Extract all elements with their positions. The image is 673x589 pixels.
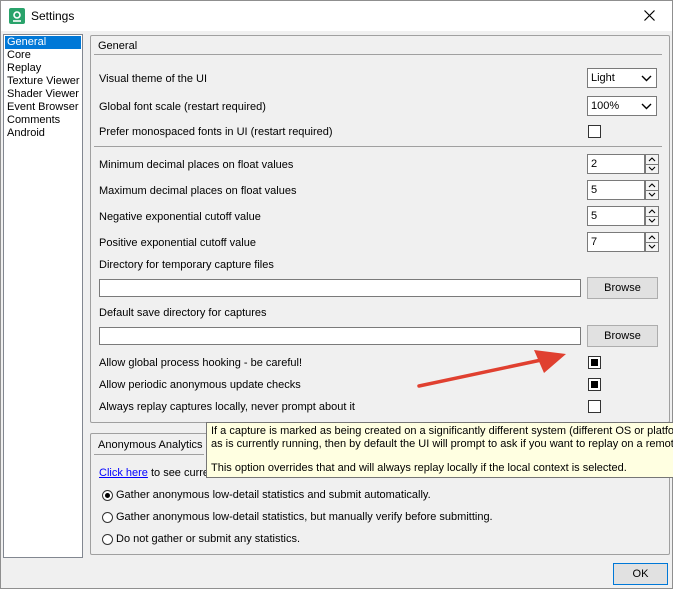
general-group-title: General [98,40,138,52]
temp-dir-input[interactable] [99,279,581,297]
settings-category-list: General Core Replay Texture Viewer Shade… [3,34,83,558]
spin-down-button[interactable] [646,242,658,251]
close-icon [644,10,655,21]
min-decimal-field[interactable]: 2 [587,154,645,174]
analytics-none-label: Do not gather or submit any statistics. [116,533,301,545]
monospace-label: Prefer monospaced fonts in UI (restart r… [99,126,333,138]
analytics-report-link[interactable]: Click here [99,467,148,479]
close-button[interactable] [628,1,672,31]
temp-dir-browse-button[interactable]: Browse [587,277,658,299]
chevron-down-icon [648,192,656,197]
min-decimal-spinbox[interactable]: 2 [587,154,659,174]
update-check-checkbox[interactable] [588,378,601,391]
neg-exp-spin-buttons [645,206,659,226]
sidebar-item-shader-viewer[interactable]: Shader Viewer [5,88,81,101]
tooltip-line-1: If a capture is marked as being created … [211,425,673,437]
spin-down-button[interactable] [646,164,658,173]
sidebar-item-texture-viewer[interactable]: Texture Viewer [5,75,81,88]
pos-exp-field[interactable]: 7 [587,232,645,252]
analytics-manual-radio[interactable] [102,512,113,523]
update-check-label: Allow periodic anonymous update checks [99,379,301,391]
font-scale-value: 100% [591,100,620,112]
temp-dir-label: Directory for temporary capture files [99,259,274,271]
sidebar-item-general[interactable]: General [5,36,81,49]
pos-exp-spinbox[interactable]: 7 [587,232,659,252]
analytics-none-radio[interactable] [102,534,113,545]
neg-exp-field[interactable]: 5 [587,206,645,226]
theme-label: Visual theme of the UI [99,73,208,85]
theme-dropdown[interactable]: Light [587,68,657,88]
min-decimal-label: Minimum decimal places on float values [99,159,294,171]
neg-exp-spinbox[interactable]: 5 [587,206,659,226]
analytics-group-title: Anonymous Analytics [98,439,203,451]
save-dir-browse-button[interactable]: Browse [587,325,658,347]
neg-exp-value: 5 [591,210,598,222]
theme-value: Light [591,72,615,84]
ok-button[interactable]: OK [613,563,668,585]
title-bar: Settings [1,1,672,31]
spin-down-button[interactable] [646,190,658,199]
chevron-down-icon [648,218,656,223]
save-dir-input[interactable] [99,327,581,345]
spin-down-button[interactable] [646,216,658,225]
window-title: Settings [31,9,75,23]
chevron-down-icon [641,103,652,110]
tooltip-line-2: as is currently running, then by default… [211,438,673,450]
general-divider [94,146,662,147]
max-decimal-label: Maximum decimal places on float values [99,185,297,197]
max-decimal-value: 5 [591,184,598,196]
sidebar-item-comments[interactable]: Comments [5,114,81,127]
pos-exp-value: 7 [591,236,598,248]
font-scale-label: Global font scale (restart required) [99,101,266,113]
max-decimal-spinbox[interactable]: 5 [587,180,659,200]
replay-local-label: Always replay captures locally, never pr… [99,401,355,413]
chevron-up-icon [648,235,656,240]
min-decimal-value: 2 [591,158,598,170]
font-scale-dropdown[interactable]: 100% [587,96,657,116]
app-icon [9,8,25,24]
hooking-label: Allow global process hooking - be carefu… [99,357,303,369]
chevron-up-icon [648,183,656,188]
save-dir-label: Default save directory for captures [99,307,267,319]
chevron-down-icon [641,75,652,82]
monospace-checkbox[interactable] [588,125,601,138]
pos-exp-spin-buttons [645,232,659,252]
sidebar-item-event-browser[interactable]: Event Browser [5,101,81,114]
annotation-arrow-icon [417,350,566,388]
analytics-title-divider [94,454,204,455]
sidebar-item-core[interactable]: Core [5,49,81,62]
chevron-up-icon [648,157,656,162]
general-title-divider [94,54,662,55]
sidebar-item-replay[interactable]: Replay [5,62,81,75]
analytics-auto-radio[interactable] [102,490,113,501]
chevron-down-icon [648,166,656,171]
chevron-up-icon [648,209,656,214]
max-decimal-field[interactable]: 5 [587,180,645,200]
pos-exp-label: Positive exponential cutoff value [99,237,256,249]
max-decimal-spin-buttons [645,180,659,200]
analytics-link-suffix: to see curre [147,467,210,479]
neg-exp-label: Negative exponential cutoff value [99,211,261,223]
analytics-auto-label: Gather anonymous low-detail statistics a… [116,489,431,501]
min-decimal-spin-buttons [645,154,659,174]
hooking-checkbox[interactable] [588,356,601,369]
analytics-link-row: Click here to see curre [99,467,209,479]
replay-local-checkbox[interactable] [588,400,601,413]
replay-local-tooltip: If a capture is marked as being created … [206,422,673,478]
chevron-down-icon [648,244,656,249]
analytics-manual-label: Gather anonymous low-detail statistics, … [116,511,493,523]
tooltip-line-3: This option overrides that and will alwa… [211,462,627,474]
settings-window: Settings General Core Replay Texture Vie… [0,0,673,589]
sidebar-item-android[interactable]: Android [5,127,81,140]
